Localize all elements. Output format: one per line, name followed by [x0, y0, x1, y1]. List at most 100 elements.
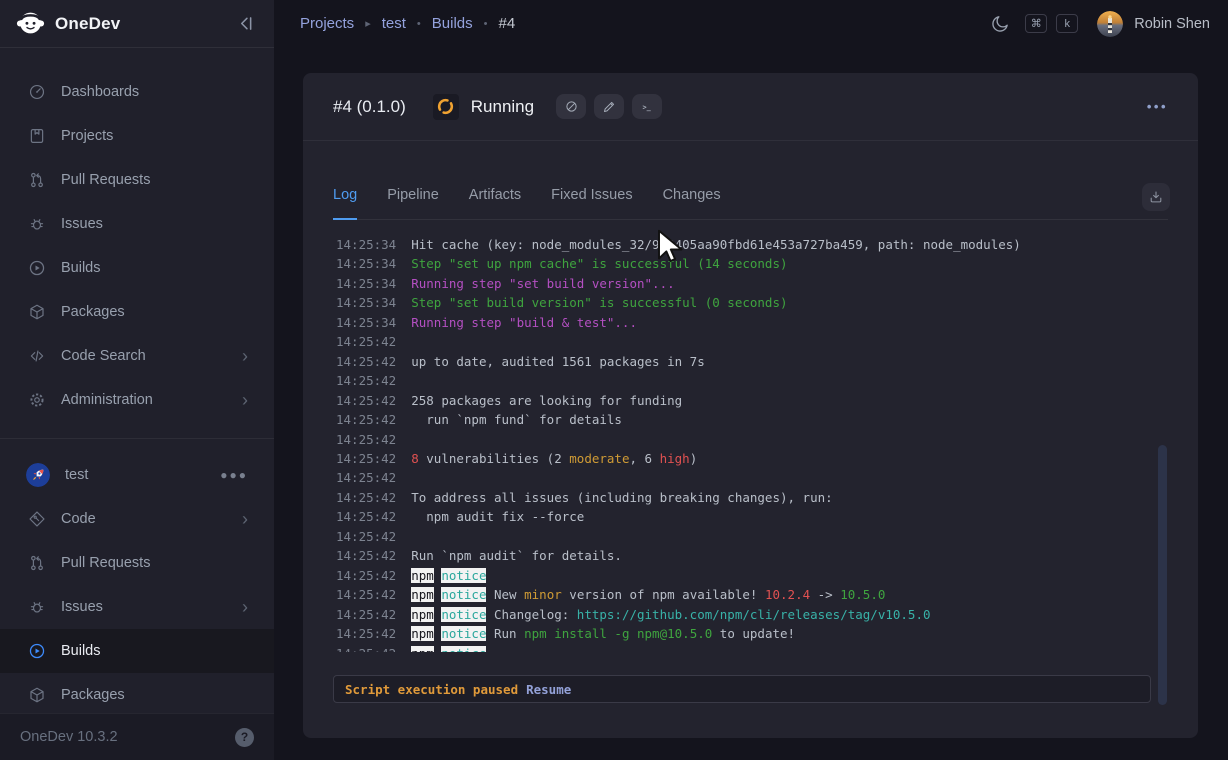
sidebar-item-pull-requests[interactable]: Pull Requests	[0, 158, 274, 202]
build-title: #4 (0.1.0)	[333, 97, 406, 117]
log-line: 14:25:42	[336, 371, 1146, 390]
breadcrumb-builds[interactable]: • Builds	[417, 15, 473, 32]
breadcrumb-separator: •	[484, 18, 488, 30]
log-timestamp: 14:25:42	[336, 568, 396, 583]
breadcrumb-build-number[interactable]: • #4	[484, 15, 516, 32]
project-icon	[28, 127, 46, 145]
log-line: 14:25:42 run `npm fund` for details	[336, 410, 1146, 429]
log-line: 14:25:42	[336, 430, 1146, 449]
moon-icon[interactable]	[990, 14, 1010, 34]
sidebar-collapse-icon[interactable]	[237, 14, 256, 33]
topbar: Projects ▸ test • Builds • #4 ⌘k	[274, 0, 1228, 47]
help-icon[interactable]: ?	[235, 728, 254, 747]
tab-fixed-issues[interactable]: Fixed Issues	[551, 187, 632, 219]
sidebar-item-project-pull-requests[interactable]: Pull Requests	[0, 541, 274, 585]
log-scrollbar-thumb[interactable]	[1158, 445, 1167, 705]
log-line: 14:25:34Running step "set build version"…	[336, 274, 1146, 293]
brand-name: OneDev	[55, 14, 120, 34]
keycap-k: k	[1056, 14, 1078, 33]
build-menu-ellipsis-icon[interactable]: •••	[1147, 99, 1168, 114]
sidebar-item-packages[interactable]: Packages	[0, 290, 274, 334]
sidebar-item-code[interactable]: Code ›	[0, 497, 274, 541]
sidebar-item-administration[interactable]: Administration ›	[0, 378, 274, 422]
sidebar-item-projects[interactable]: Projects	[0, 114, 274, 158]
sidebar-item-project-builds[interactable]: Builds	[0, 629, 274, 673]
sidebar-divider	[0, 438, 274, 439]
project-menu-ellipsis-icon[interactable]: ●●●	[220, 468, 248, 482]
log-line: 14:25:42Run `npm audit` for details.	[336, 546, 1146, 565]
running-spinner-icon	[433, 94, 459, 120]
build-card: #4 (0.1.0) Running ••• Log Pipeline Artifa…	[303, 73, 1198, 738]
project-name: test	[65, 467, 88, 483]
tab-pipeline[interactable]: Pipeline	[387, 187, 439, 219]
log-timestamp: 14:25:34	[336, 256, 396, 271]
sidebar-item-code-search[interactable]: Code Search ›	[0, 334, 274, 378]
resume-link[interactable]: Resume	[526, 682, 571, 697]
breadcrumb-projects[interactable]: Projects	[300, 15, 354, 32]
log-timestamp: 14:25:42	[336, 432, 396, 447]
breadcrumb-separator: •	[417, 18, 421, 30]
log-line: 14:25:42npm notice	[336, 644, 1146, 652]
log-timestamp: 14:25:34	[336, 276, 396, 291]
log-line: 14:25:42	[336, 527, 1146, 546]
log-line: 14:25:34Step "set up npm cache" is succe…	[336, 254, 1146, 273]
log-lines: 14:25:34Hit cache (key: node_modules_32/…	[336, 222, 1146, 652]
package-icon	[28, 303, 46, 321]
code-search-icon	[28, 347, 46, 365]
log-timestamp: 14:25:34	[336, 295, 396, 310]
sidebar-item-issues[interactable]: Issues	[0, 202, 274, 246]
username[interactable]: Robin Shen	[1134, 16, 1210, 32]
log-timestamp: 14:25:42	[336, 451, 396, 466]
sidebar-project-test[interactable]: test ●●●	[0, 453, 274, 497]
log-timestamp: 14:25:42	[336, 354, 396, 369]
log-line: 14:25:42npm notice Changelog: https://gi…	[336, 605, 1146, 624]
ban-icon	[564, 99, 579, 114]
avatar[interactable]	[1097, 11, 1123, 37]
dashboard-icon	[28, 83, 46, 101]
tab-artifacts[interactable]: Artifacts	[469, 187, 521, 219]
bug-icon	[28, 598, 46, 616]
build-status: Running	[433, 94, 534, 120]
sidebar-item-builds[interactable]: Builds	[0, 246, 274, 290]
cancel-build-button[interactable]	[556, 94, 586, 119]
breadcrumb-test[interactable]: ▸ test	[365, 15, 406, 32]
log-timestamp: 14:25:42	[336, 626, 396, 641]
play-circle-icon	[28, 259, 46, 277]
log-line: 14:25:42 npm audit fix --force	[336, 507, 1146, 526]
log-timestamp: 14:25:34	[336, 315, 396, 330]
download-log-button[interactable]	[1142, 183, 1170, 211]
onedev-logo-icon	[16, 10, 45, 37]
log-timestamp: 14:25:42	[336, 470, 396, 485]
build-header: #4 (0.1.0) Running •••	[303, 73, 1198, 141]
log-line: 14:25:428 vulnerabilities (2 moderate, 6…	[336, 449, 1146, 468]
bug-icon	[28, 215, 46, 233]
pause-message: Script execution paused	[345, 682, 518, 697]
sidebar-item-project-packages[interactable]: Packages	[0, 673, 274, 717]
edit-build-button[interactable]	[594, 94, 624, 119]
breadcrumb: Projects ▸ test • Builds • #4	[300, 15, 515, 32]
project-rocket-avatar	[26, 463, 50, 487]
log-timestamp: 14:25:42	[336, 393, 396, 408]
pencil-icon	[602, 99, 617, 114]
web-terminal-button[interactable]	[632, 94, 662, 119]
log-timestamp: 14:25:42	[336, 607, 396, 622]
play-circle-icon	[28, 642, 46, 660]
gear-icon	[28, 391, 46, 409]
package-icon	[28, 686, 46, 704]
pull-request-icon	[28, 554, 46, 572]
version-label: OneDev 10.3.2	[20, 729, 118, 745]
status-label: Running	[471, 97, 534, 117]
sidebar-footer: OneDev 10.3.2 ?	[0, 713, 274, 760]
branch-icon	[28, 510, 46, 528]
sidebar-item-project-issues[interactable]: Issues ›	[0, 585, 274, 629]
log-timestamp: 14:25:42	[336, 334, 396, 349]
log-timestamp: 14:25:42	[336, 587, 396, 602]
chevron-right-icon: ›	[242, 598, 248, 616]
sidebar-header: OneDev	[0, 0, 274, 48]
tab-changes[interactable]: Changes	[663, 187, 721, 219]
sidebar-item-dashboards[interactable]: Dashboards	[0, 70, 274, 114]
chevron-right-icon: ›	[242, 391, 248, 409]
tab-log[interactable]: Log	[333, 187, 357, 220]
log-line: 14:25:42npm notice Run npm install -g np…	[336, 624, 1146, 643]
log-timestamp: 14:25:42	[336, 548, 396, 563]
